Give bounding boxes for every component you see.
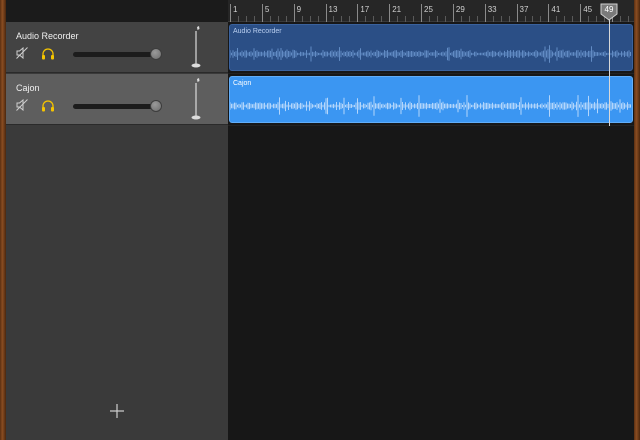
audio-region[interactable]: Cajon	[229, 76, 633, 123]
ruler-bar-number: 9	[296, 5, 302, 14]
ruler-bar-number: 1	[233, 5, 238, 14]
volume-slider-knob[interactable]	[150, 100, 163, 112]
header-spacer	[6, 0, 228, 22]
ruler-bar-number: 17	[360, 5, 370, 14]
waveform	[230, 95, 631, 117]
track-name: Audio Recorder	[16, 31, 79, 41]
add-track-button[interactable]	[108, 402, 126, 420]
track-headers-panel: Audio Recorder Cajon	[6, 22, 229, 440]
track-name: Cajon	[16, 83, 40, 93]
ruler-bar-number: 37	[519, 5, 529, 14]
ruler-bar-number: 13	[328, 5, 338, 14]
ruler-bar-number: 29	[455, 5, 465, 14]
headphones-icon[interactable]	[41, 47, 55, 60]
region-label: Cajon	[233, 80, 252, 87]
ruler-bar-number: 25	[424, 5, 433, 14]
speaker-mute-icon[interactable]	[16, 47, 28, 59]
playhead-line	[609, 14, 610, 126]
headphones-icon[interactable]	[41, 99, 55, 112]
volume-slider[interactable]	[73, 100, 163, 112]
track-timeline[interactable]: Audio Recorder Cajon	[228, 22, 634, 440]
microphone-stand-icon[interactable]	[189, 77, 203, 121]
audio-region[interactable]: Audio Recorder	[229, 24, 633, 71]
ruler-bar-number: 45	[583, 5, 593, 14]
ruler-bar-number: 21	[392, 5, 402, 14]
timeline-ruler[interactable]: 1 5 9 13 17 21 25 29 33 37 41 45	[228, 0, 634, 22]
track-header[interactable]: Audio Recorder	[6, 22, 228, 73]
ruler-bar-number: 33	[487, 5, 497, 14]
playhead-bar-label: 49	[604, 5, 614, 14]
volume-slider[interactable]	[73, 48, 163, 60]
ruler-bar-number: 5	[264, 5, 270, 14]
microphone-stand-icon[interactable]	[189, 25, 203, 69]
wood-side-right	[634, 0, 640, 440]
track-header[interactable]: Cajon	[6, 74, 228, 125]
ruler-bar-number: 41	[551, 5, 561, 14]
volume-slider-knob[interactable]	[150, 48, 163, 60]
lane-separator	[228, 73, 634, 74]
waveform	[230, 45, 631, 63]
region-label: Audio Recorder	[233, 28, 282, 35]
lane-separator	[228, 125, 634, 126]
speaker-mute-icon[interactable]	[16, 99, 28, 111]
